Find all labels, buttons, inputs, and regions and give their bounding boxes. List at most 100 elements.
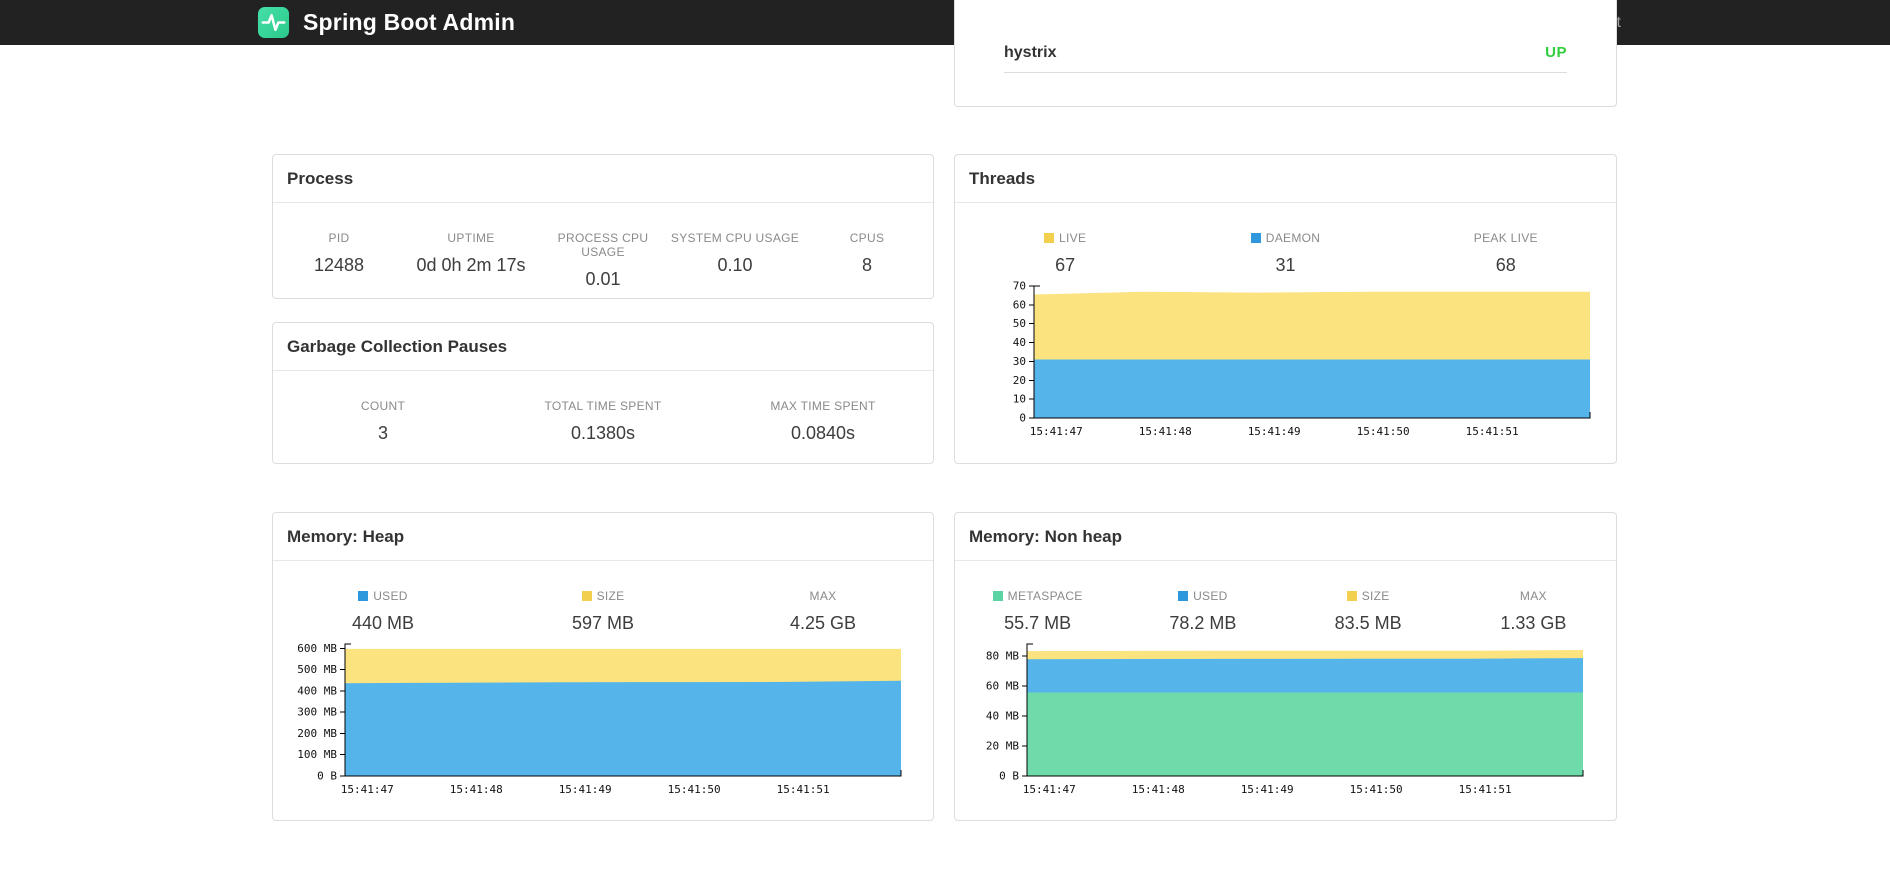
memory-nonheap-chart: 0 B 20 MB 40 MB 60 MB 80 MB 15:41:47 15:41:48 1… — [986, 643, 1584, 796]
metaspace-legend-swatch-icon — [992, 591, 1003, 601]
heap-legend: USED 440 MB SIZE 597 MB MAX 4.25 GB — [273, 561, 933, 634]
memory-heap-panel-title: Memory: Heap — [273, 513, 933, 561]
stat-process-cpu-label: PROCESS CPU USAGE — [557, 231, 649, 259]
legend-nonheap-size-value: 83.5 MB — [1334, 613, 1402, 633]
stat-uptime: UPTIME 0d 0h 2m 17s — [405, 231, 537, 290]
stat-gc-total-time-label: TOTAL TIME SPENT — [544, 399, 662, 413]
process-stats: PID 12488 UPTIME 0d 0h 2m 17s PROCESS CP… — [273, 203, 933, 290]
svg-text:40: 40 — [1013, 336, 1026, 349]
legend-nonheap-size-label: SIZE — [1361, 589, 1390, 603]
stat-gc-count-value: 3 — [377, 423, 388, 443]
svg-text:15:41:49: 15:41:49 — [559, 783, 612, 796]
legend-daemon-value: 31 — [1275, 255, 1296, 275]
daemon-legend-swatch-icon — [1250, 233, 1261, 243]
legend-live-label: LIVE — [1059, 231, 1087, 245]
legend-nonheap-used: USED 78.2 MB — [1120, 589, 1285, 634]
svg-text:200 MB: 200 MB — [297, 727, 337, 740]
svg-text:15:41:49: 15:41:49 — [1248, 425, 1301, 438]
stat-cpus-label: CPUS — [849, 231, 885, 245]
threads-panel-title: Threads — [955, 155, 1616, 203]
legend-nonheap-size: SIZE 83.5 MB — [1286, 589, 1451, 634]
svg-text:0 B: 0 B — [999, 770, 1019, 783]
legend-heap-used: USED 440 MB — [273, 589, 493, 634]
stat-pid: PID 12488 — [273, 231, 405, 290]
svg-text:20 MB: 20 MB — [986, 740, 1019, 753]
application-row[interactable]: hystrix UP — [1004, 0, 1567, 73]
svg-text:60: 60 — [1013, 298, 1026, 311]
threads-chart: 0 10 20 30 40 50 60 70 15:41:47 15:41:48 15:41:49 1… — [1013, 280, 1591, 438]
stat-gc-total-time: TOTAL TIME SPENT 0.1380s — [493, 399, 713, 444]
legend-daemon-label: DAEMON — [1265, 231, 1321, 245]
live-legend-swatch-icon — [1044, 233, 1055, 243]
svg-text:15:41:47: 15:41:47 — [1023, 783, 1076, 796]
gc-stats: COUNT 3 TOTAL TIME SPENT 0.1380s MAX TIM… — [273, 371, 933, 444]
svg-text:50: 50 — [1013, 317, 1026, 330]
stat-pid-label: PID — [328, 231, 350, 245]
legend-metaspace: METASPACE 55.7 MB — [955, 589, 1120, 634]
stat-system-cpu-label: SYSTEM CPU USAGE — [670, 231, 800, 245]
legend-heap-size: SIZE 597 MB — [493, 589, 713, 634]
svg-text:400 MB: 400 MB — [297, 684, 337, 697]
legend-heap-max: MAX 4.25 GB — [713, 589, 933, 634]
heap-size-legend-swatch-icon — [581, 591, 592, 601]
threads-legend: LIVE 67 DAEMON 31 PEAK LIVE 68 — [955, 203, 1616, 276]
legend-peak-live: PEAK LIVE 68 — [1396, 231, 1616, 276]
gc-panel-title: Garbage Collection Pauses — [273, 323, 933, 371]
stat-uptime-label: UPTIME — [447, 231, 495, 245]
svg-text:100 MB: 100 MB — [297, 748, 337, 761]
stat-pid-value: 12488 — [313, 255, 365, 275]
stat-gc-count-label: COUNT — [360, 399, 406, 413]
svg-text:60 MB: 60 MB — [986, 680, 1019, 693]
svg-text:15:41:49: 15:41:49 — [1241, 783, 1294, 796]
legend-heap-used-label: USED — [373, 589, 408, 603]
gc-panel: Garbage Collection Pauses COUNT 3 TOTAL … — [272, 322, 934, 464]
legend-nonheap-max: MAX 1.33 GB — [1451, 589, 1616, 634]
legend-peak-live-label: PEAK LIVE — [1473, 231, 1538, 245]
svg-text:80 MB: 80 MB — [986, 650, 1019, 663]
brand[interactable]: Spring Boot Admin — [257, 6, 515, 39]
legend-daemon: DAEMON 31 — [1175, 231, 1395, 276]
legend-nonheap-used-label: USED — [1193, 589, 1228, 603]
legend-heap-size-value: 597 MB — [571, 613, 635, 633]
legend-live-value: 67 — [1055, 255, 1076, 275]
legend-heap-size-label: SIZE — [596, 589, 625, 603]
brand-title: Spring Boot Admin — [303, 9, 516, 35]
process-panel: Process PID 12488 UPTIME 0d 0h 2m 17s PR… — [272, 154, 934, 299]
memory-heap-panel: Memory: Heap USED 440 MB SIZE 597 MB MAX… — [272, 512, 934, 821]
legend-nonheap-used-value: 78.2 MB — [1169, 613, 1237, 633]
svg-text:15:41:47: 15:41:47 — [1030, 425, 1083, 438]
svg-text:70: 70 — [1013, 280, 1026, 293]
svg-text:15:41:50: 15:41:50 — [1357, 425, 1410, 438]
stat-gc-total-time-value: 0.1380s — [570, 423, 636, 443]
svg-text:300 MB: 300 MB — [297, 706, 337, 719]
svg-text:15:41:50: 15:41:50 — [668, 783, 721, 796]
svg-text:15:41:51: 15:41:51 — [777, 783, 830, 796]
process-panel-title: Process — [273, 155, 933, 203]
stat-gc-count: COUNT 3 — [273, 399, 493, 444]
memory-nonheap-panel: Memory: Non heap METASPACE 55.7 MB USED … — [954, 512, 1617, 821]
legend-nonheap-max-value: 1.33 GB — [1500, 613, 1567, 633]
stat-process-cpu-value: 0.01 — [585, 269, 621, 289]
applications-status-panel: hystrix UP — [954, 0, 1617, 107]
legend-metaspace-label: METASPACE — [1007, 589, 1083, 603]
svg-text:20: 20 — [1013, 374, 1026, 387]
stat-uptime-value: 0d 0h 2m 17s — [416, 255, 526, 275]
legend-heap-max-label: MAX — [809, 589, 837, 603]
stat-system-cpu-value: 0.10 — [717, 255, 753, 275]
stat-cpus: CPUS 8 — [801, 231, 933, 290]
threads-panel: Threads LIVE 67 DAEMON 31 PEAK LIVE 68 0… — [954, 154, 1617, 464]
legend-nonheap-max-label: MAX — [1519, 589, 1547, 603]
nonheap-used-legend-swatch-icon — [1178, 591, 1189, 601]
stat-gc-max-time-label: MAX TIME SPENT — [770, 399, 876, 413]
svg-text:10: 10 — [1013, 393, 1026, 406]
legend-live: LIVE 67 — [955, 231, 1175, 276]
svg-text:15:41:51: 15:41:51 — [1466, 425, 1519, 438]
svg-text:0 B: 0 B — [317, 770, 337, 783]
svg-text:15:41:48: 15:41:48 — [1139, 425, 1192, 438]
svg-text:0: 0 — [1019, 412, 1026, 425]
svg-text:30: 30 — [1013, 355, 1026, 368]
nonheap-size-legend-swatch-icon — [1346, 591, 1357, 601]
stat-gc-max-time-value: 0.0840s — [790, 423, 856, 443]
application-name[interactable]: hystrix — [1004, 44, 1056, 62]
memory-nonheap-panel-title: Memory: Non heap — [955, 513, 1616, 561]
